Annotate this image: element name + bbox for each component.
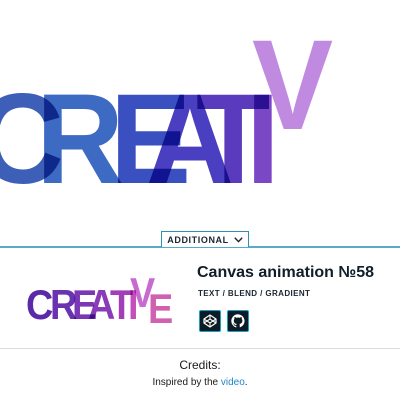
inspired-by-text: Inspired by the video. [0,377,400,388]
inspired-prefix: Inspired by the [152,377,221,388]
hero-animation-canvas: C R E A T I V [0,0,400,240]
thumb-letter-e2: E [148,285,174,332]
animation-tags: TEXT / BLEND / GRADIENT [198,289,311,298]
chevron-down-icon [234,236,243,243]
hero-letter-v: V [252,14,334,157]
additional-toggle-label: ADDITIONAL [167,234,229,245]
animation-thumbnail[interactable]: C R E A T I V E [26,270,176,332]
footer-divider [0,348,400,349]
github-icon [231,314,245,328]
additional-toggle-button[interactable]: ADDITIONAL [161,231,249,247]
codepen-link-button[interactable] [199,310,221,332]
github-link-button[interactable] [227,310,249,332]
inspired-suffix: . [244,377,248,388]
video-link[interactable]: video [221,377,245,388]
animation-title: Canvas animation №58 [197,264,375,281]
credits-heading: Credits: [179,358,221,372]
codepen-icon [203,314,217,328]
